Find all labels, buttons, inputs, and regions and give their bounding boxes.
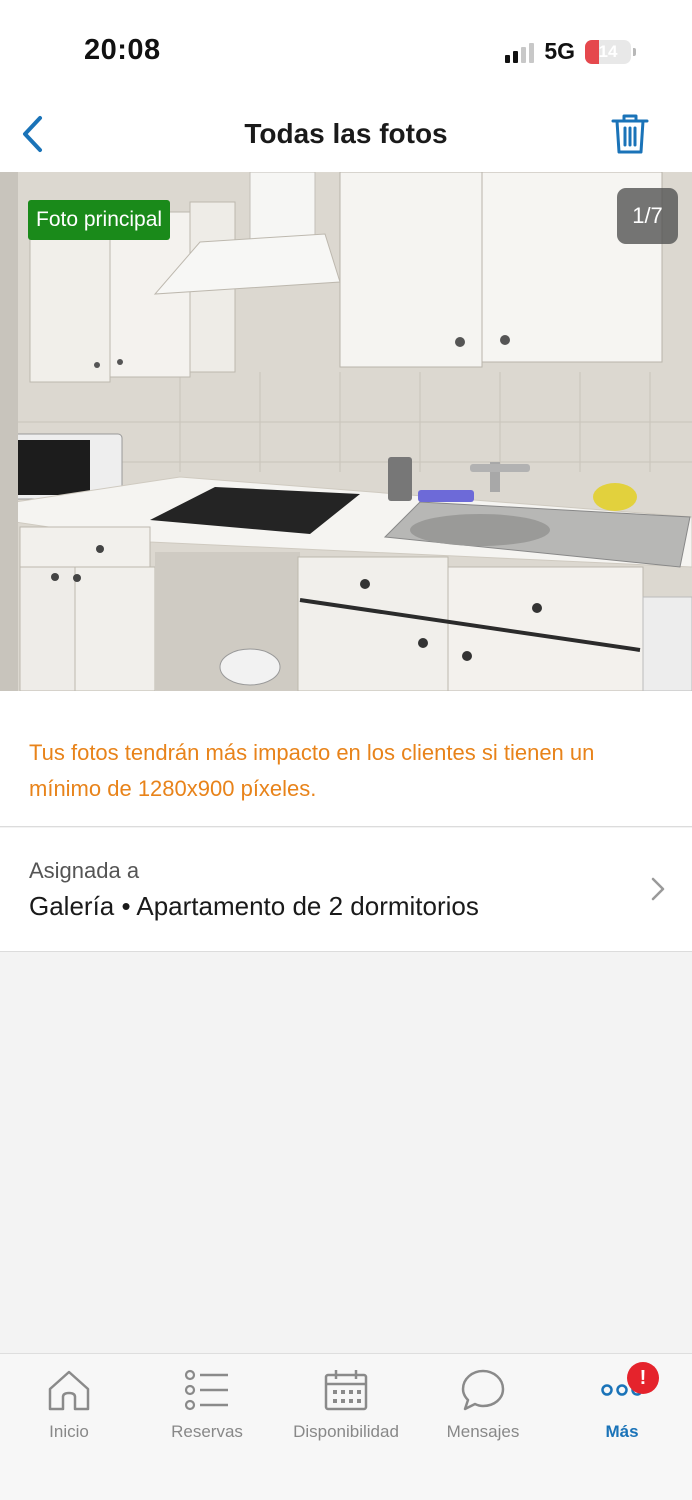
trash-icon	[611, 114, 649, 154]
tab-mas[interactable]: ! Más	[557, 1362, 687, 1448]
tab-label: Reservas	[171, 1422, 243, 1441]
tab-mensajes[interactable]: Mensajes	[418, 1368, 548, 1448]
tab-label: Más	[605, 1422, 639, 1441]
battery-icon: 14	[585, 39, 631, 64]
nav-bar: Todas las fotos	[0, 100, 692, 172]
photo-counter: 1/7	[617, 188, 678, 244]
status-time: 20:08	[84, 34, 161, 66]
assigned-to-row[interactable]: Asignada a Galería • Apartamento de 2 do…	[0, 828, 692, 952]
tab-inicio[interactable]: Inicio	[4, 1368, 134, 1448]
tab-label: Disponibilidad	[293, 1422, 399, 1441]
notification-badge: !	[627, 1362, 659, 1394]
tab-disponibilidad[interactable]: Disponibilidad	[281, 1368, 411, 1448]
status-indicators: 5G 14	[505, 38, 636, 65]
home-icon	[48, 1370, 90, 1411]
page-title: Todas las fotos	[244, 118, 448, 149]
main-photo-badge: Foto principal	[28, 200, 171, 240]
tab-bar: Inicio Reservas Disponibilidad Mensajes …	[0, 1353, 692, 1500]
network-type: 5G	[544, 38, 575, 64]
tab-label: Inicio	[49, 1422, 89, 1441]
chat-bubble-icon	[461, 1369, 505, 1411]
assigned-value: Galería • Apartamento de 2 dormitorios	[29, 891, 479, 921]
chevron-right-icon	[651, 877, 665, 901]
signal-icon	[505, 41, 535, 63]
tab-label: Mensajes	[446, 1422, 520, 1441]
photo-tip-section: Tus fotos tendrán más impacto en los cli…	[0, 691, 692, 827]
delete-button[interactable]	[608, 110, 652, 158]
kitchen-photo-image	[0, 172, 692, 691]
photo-tip-text: Tus fotos tendrán más impacto en los cli…	[29, 740, 595, 801]
kitchen-photo[interactable]	[0, 172, 692, 691]
battery-level: 14	[598, 41, 618, 61]
assigned-label: Asignada a	[29, 858, 140, 883]
list-icon	[184, 1369, 228, 1411]
status-bar: 20:08 5G 14	[0, 0, 692, 100]
tab-reservas[interactable]: Reservas	[142, 1368, 272, 1448]
calendar-icon	[324, 1370, 368, 1411]
